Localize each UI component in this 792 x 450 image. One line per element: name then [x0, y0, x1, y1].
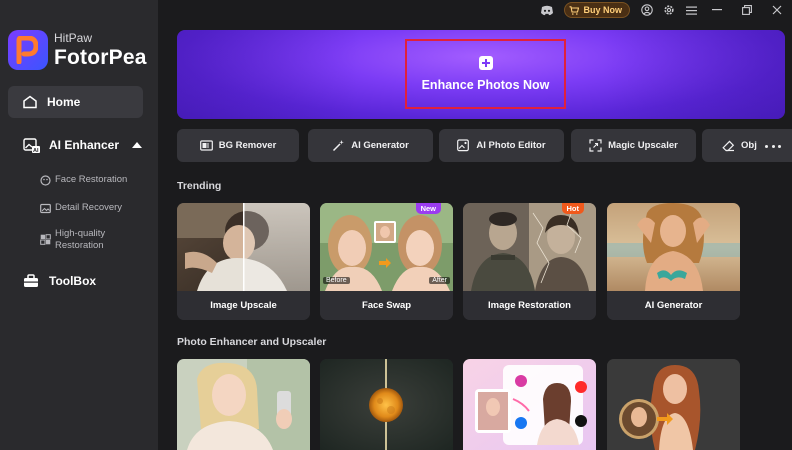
home-icon [22, 95, 38, 109]
section-title-trending: Trending [177, 180, 222, 192]
svg-text:AI: AI [33, 148, 39, 153]
account-icon[interactable] [636, 0, 658, 20]
sidebar-item-label: Home [47, 95, 81, 109]
sidebar-subitem-face-restoration[interactable]: Face Restoration [40, 174, 127, 186]
tool-label: BG Remover [218, 140, 277, 151]
card-ai-generator[interactable]: AI Generator [607, 203, 740, 320]
photo-edit-icon [457, 139, 470, 152]
restore-icon[interactable] [732, 0, 762, 20]
sidebar-subitem-label: Face Restoration [55, 174, 128, 185]
buy-now-label: Buy Now [583, 5, 622, 15]
card-label: Face Swap [320, 291, 453, 320]
brand-small: HitPaw [54, 31, 93, 45]
ai-photo-editor-button[interactable]: AI Photo Editor [439, 129, 564, 162]
card-image-upscale[interactable]: Image Upscale [177, 203, 310, 320]
hot-badge: Hot [561, 203, 584, 214]
tool-label: Magic Upscaler [608, 140, 678, 151]
card-label: AI Generator [607, 291, 740, 320]
cart-icon [569, 5, 580, 15]
bg-remover-icon [199, 140, 213, 151]
discord-icon[interactable] [536, 0, 558, 20]
plus-icon [478, 56, 493, 70]
chevron-up-icon [132, 142, 143, 148]
enhance-photos-button[interactable]: Enhance Photos Now [405, 39, 566, 109]
sidebar-subitem-detail-recovery[interactable]: Detail Recovery [40, 202, 122, 214]
tool-label: Obj [741, 140, 757, 151]
ai-generator-button[interactable]: AI Generator [308, 129, 433, 162]
card-image-restoration[interactable]: Hot Image Restoration [463, 203, 596, 320]
sidebar-subitem-label: Detail Recovery [55, 202, 123, 213]
bg-remover-button[interactable]: BG Remover [177, 129, 299, 162]
after-label: After [429, 277, 450, 284]
card-label: Image Restoration [463, 291, 596, 320]
toolbox-icon [22, 273, 40, 289]
face-icon [40, 175, 51, 186]
card-image [607, 359, 740, 450]
sidebar-subitem-hq-restoration[interactable]: High-quality Restoration [40, 228, 105, 253]
restore-grid-icon [40, 234, 51, 245]
section-title-enhancer: Photo Enhancer and Upscaler [177, 336, 327, 348]
new-badge: New [415, 203, 441, 214]
brand-name: FotorPea [54, 46, 147, 69]
eraser-icon [722, 140, 735, 152]
brand: HitPaw FotorPea [8, 30, 147, 70]
card-face-swap[interactable]: New Before After Face Swap [320, 203, 453, 320]
card-image [607, 203, 740, 291]
upscale-icon [589, 139, 602, 152]
card-image [320, 359, 453, 450]
magic-upscaler-button[interactable]: Magic Upscaler [571, 129, 696, 162]
card-image [463, 203, 596, 291]
menu-icon[interactable] [680, 0, 702, 20]
app-logo [8, 30, 48, 70]
image-ai-icon: AI [22, 137, 40, 153]
card-image [463, 359, 596, 450]
enhance-photos-label: Enhance Photos Now [421, 78, 550, 92]
tool-row: BG Remover AI Generator AI Photo Editor … [177, 129, 792, 162]
card-enhancer-2[interactable] [320, 359, 453, 450]
card-image [177, 203, 310, 291]
close-icon[interactable] [762, 0, 792, 20]
buy-now-button[interactable]: Buy Now [564, 2, 630, 18]
card-enhancer-1[interactable] [177, 359, 310, 450]
enhance-banner[interactable]: Enhance Photos Now [177, 30, 785, 119]
card-image [177, 359, 310, 450]
more-tools-icon[interactable] [765, 139, 781, 153]
tool-label: AI Photo Editor [476, 140, 546, 151]
tool-label: AI Generator [351, 140, 409, 151]
sidebar-item-label: ToolBox [49, 274, 97, 288]
before-label: Before [323, 277, 350, 284]
sidebar-item-toolbox[interactable]: ToolBox [22, 273, 96, 289]
settings-icon[interactable] [658, 0, 680, 20]
sidebar: HitPaw FotorPea Home AI AI Enhancer Face… [0, 0, 158, 450]
sidebar-item-ai-enhancer[interactable]: AI AI Enhancer [22, 137, 143, 153]
sidebar-subitem-label: High-quality Restoration [55, 228, 106, 252]
card-enhancer-3[interactable] [463, 359, 596, 450]
card-enhancer-4[interactable] [607, 359, 740, 450]
minimize-icon[interactable] [702, 0, 732, 20]
card-label: Image Upscale [177, 291, 310, 320]
titlebar-controls: Buy Now [536, 0, 792, 20]
magic-wand-icon [333, 140, 345, 152]
sidebar-item-home[interactable]: Home [8, 86, 143, 118]
image-icon [40, 203, 51, 214]
sidebar-item-label: AI Enhancer [49, 138, 120, 152]
